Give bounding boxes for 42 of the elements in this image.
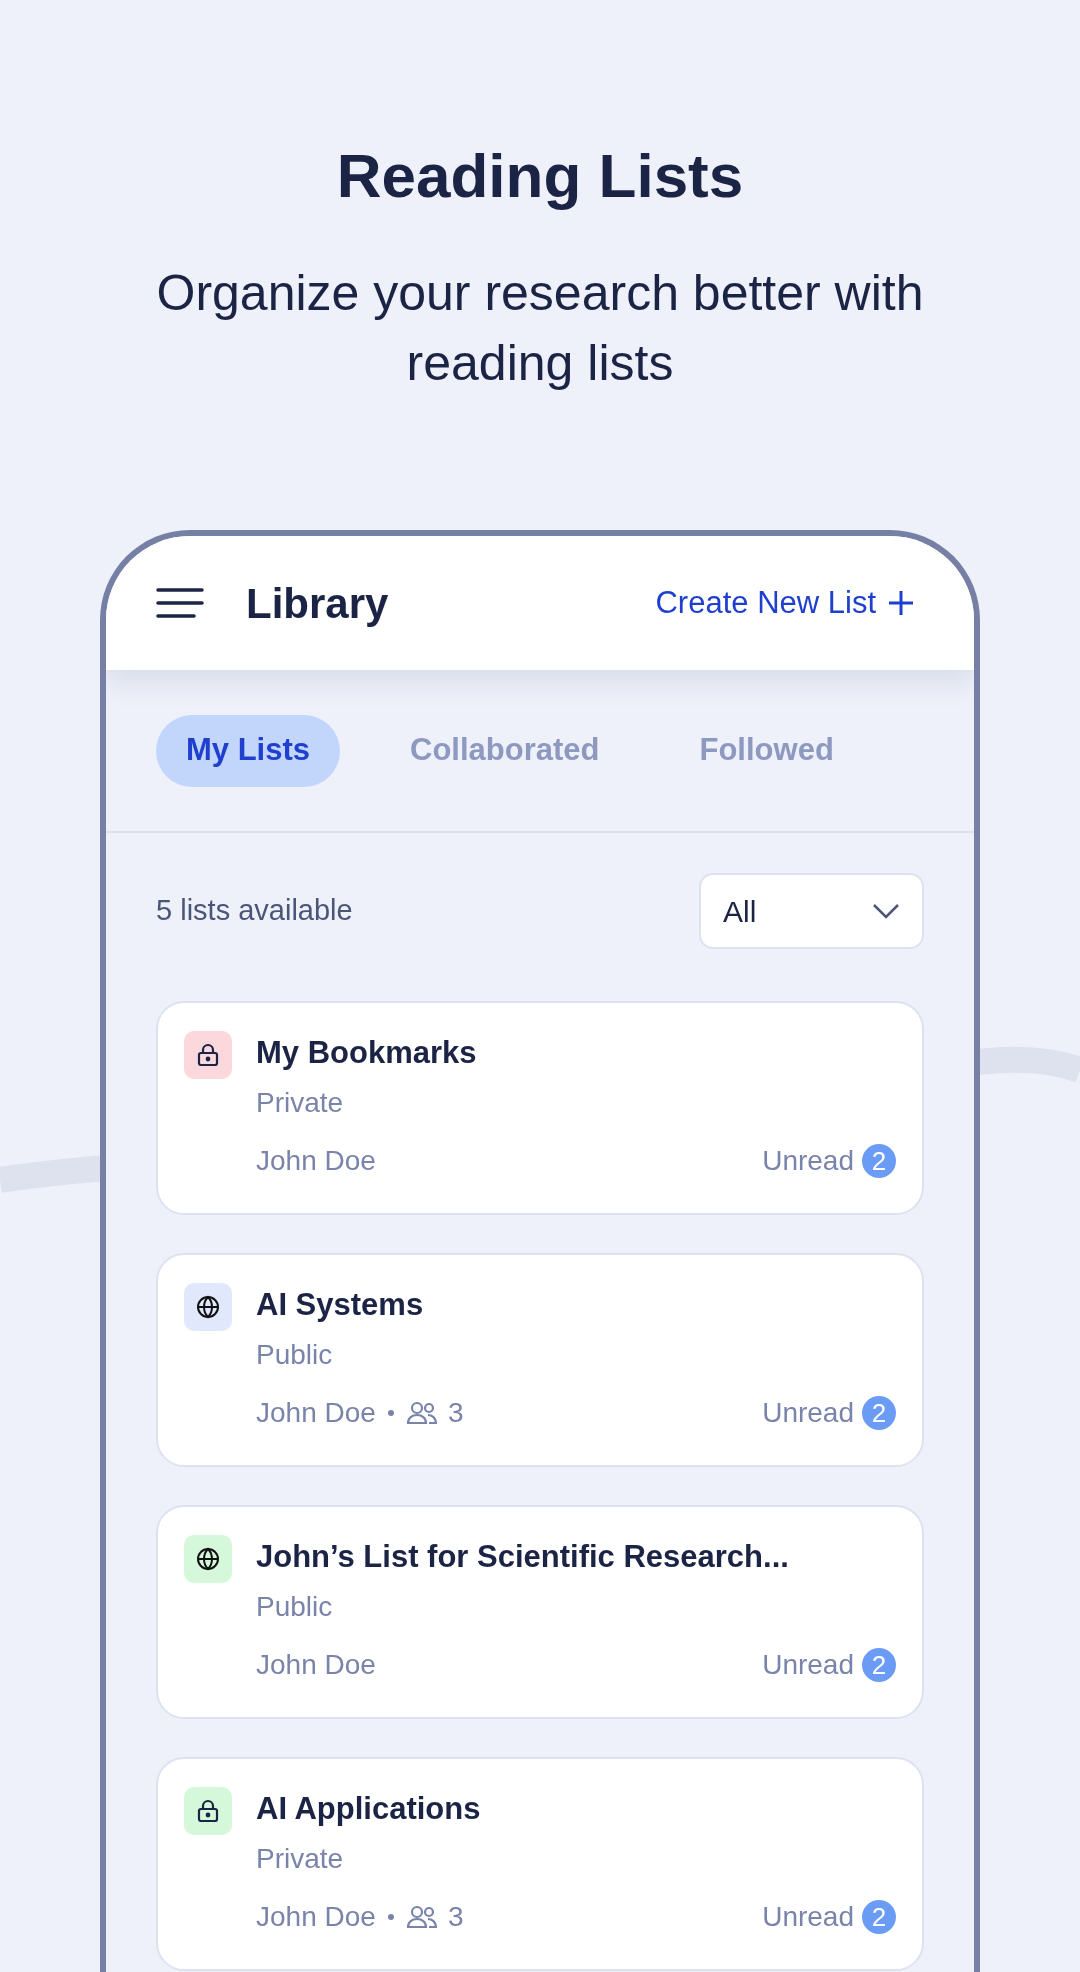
globe-icon (196, 1295, 220, 1319)
tab[interactable]: My Lists (156, 714, 341, 787)
lock-icon (197, 1043, 219, 1067)
list-card[interactable]: AI Systems Public John Doe 3 Unread 2 (156, 1253, 924, 1467)
list-visibility: Private (256, 1842, 345, 1876)
plus-icon (888, 590, 914, 616)
unread-label: Unread (762, 1900, 854, 1934)
unread-count: 2 (862, 1900, 896, 1934)
list-visibility: Public (256, 1590, 334, 1624)
list-title: AI Systems (256, 1286, 425, 1324)
list-card[interactable]: AI Applications Private John Doe 3 Unread 2 (156, 1757, 924, 1971)
unread-count: 2 (862, 1396, 896, 1430)
globe-icon (196, 1547, 220, 1571)
unread-label: Unread (762, 1396, 854, 1430)
member-count: 3 (447, 1396, 464, 1430)
list-owner: John Doe (256, 1900, 376, 1934)
list-title: John’s List for Scientific Research... (256, 1538, 790, 1576)
headline: Reading Lists (336, 140, 744, 212)
list-owner: John Doe (256, 1648, 376, 1682)
unread-count: 2 (862, 1648, 896, 1682)
subheadline: Organize your research better with reading lists (155, 264, 925, 393)
list-card[interactable]: John’s List for Scientific Research... Public John Doe Unread 2 (156, 1505, 924, 1719)
header-title: Library (246, 578, 389, 629)
filter-dropdown[interactable]: All (699, 873, 924, 949)
unread-count: 2 (862, 1144, 896, 1178)
lock-icon (197, 1799, 219, 1823)
list-card[interactable]: My Bookmarks Private John Doe Unread 2 (156, 1001, 924, 1215)
unread-label: Unread (762, 1144, 854, 1178)
people-icon (405, 1905, 438, 1929)
list-visibility: Private (256, 1086, 345, 1120)
list-title: My Bookmarks (256, 1034, 478, 1072)
unread-label: Unread (762, 1648, 854, 1682)
chevron-down-icon (872, 903, 900, 919)
list-title: AI Applications (256, 1790, 482, 1828)
list-owner: John Doe (256, 1144, 376, 1178)
list-owner: John Doe (256, 1396, 376, 1430)
create-list-button[interactable]: Create New List (655, 579, 914, 627)
list-visibility: Public (256, 1338, 334, 1372)
menu-icon[interactable] (156, 587, 204, 619)
member-count: 3 (447, 1900, 464, 1934)
list-count: 5 lists available (156, 893, 353, 929)
people-icon (405, 1401, 438, 1425)
